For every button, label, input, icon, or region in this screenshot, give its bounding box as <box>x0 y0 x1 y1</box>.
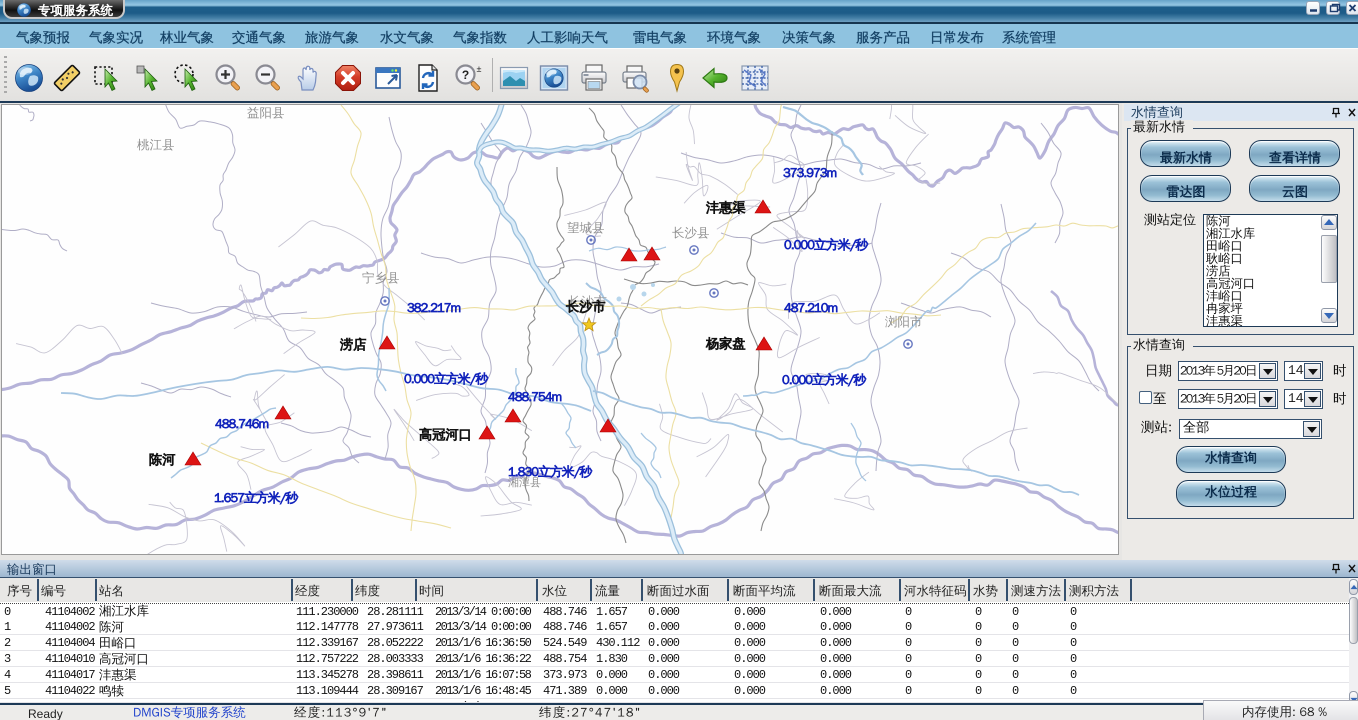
svg-text:?: ? <box>462 68 469 82</box>
svg-text:±: ± <box>477 64 482 74</box>
